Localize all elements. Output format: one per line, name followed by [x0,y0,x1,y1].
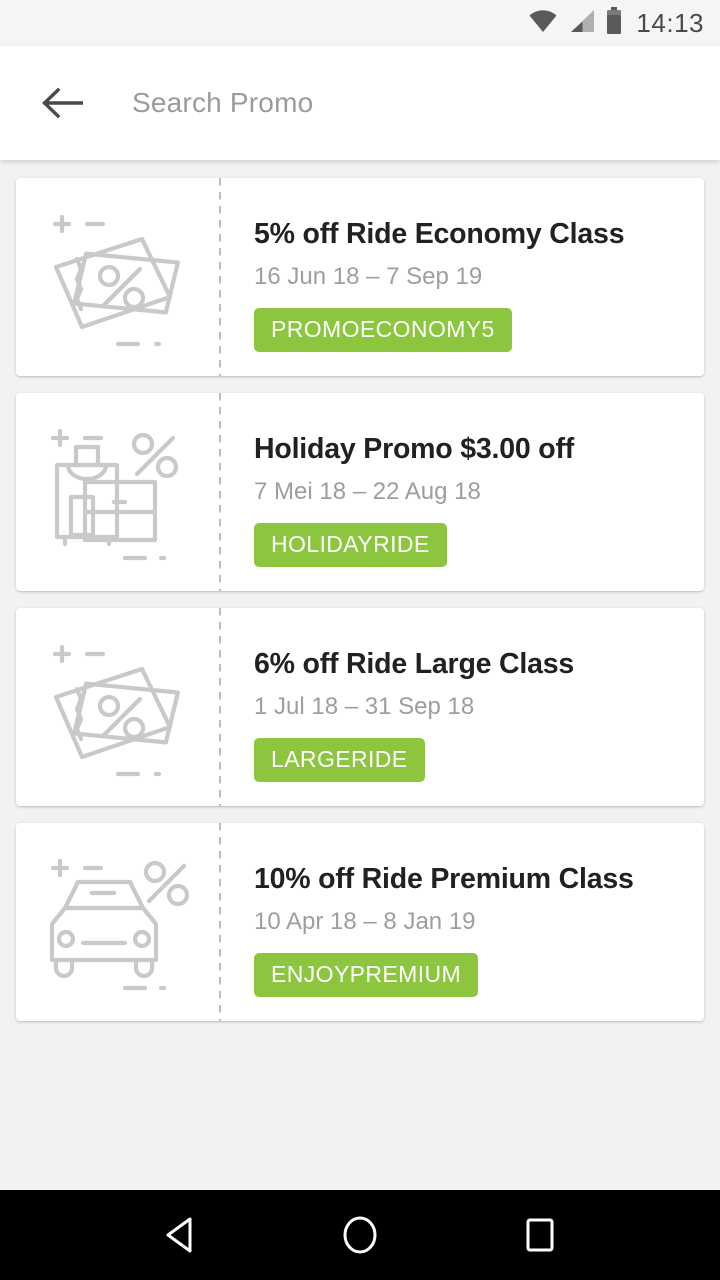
promo-validity-dates: 16 Jun 18 – 7 Sep 19 [254,262,483,290]
promo-card[interactable]: 10% off Ride Premium Class 10 Apr 18 – 8… [16,823,704,1021]
card-perforation-divider [219,823,221,1021]
status-bar: 14:13 [0,0,720,46]
promo-card[interactable]: Holiday Promo $3.00 off 7 Mei 18 – 22 Au… [16,393,704,591]
card-perforation-divider [219,178,221,376]
promo-details: 6% off Ride Large Class 1 Jul 18 – 31 Se… [219,608,704,806]
battery-icon [606,7,622,39]
promo-details: 5% off Ride Economy Class 16 Jun 18 – 7 … [219,178,704,376]
promo-code-chip[interactable]: LARGERIDE [254,737,425,782]
promo-title: 6% off Ride Large Class [254,648,575,680]
coupon-tickets-percent-icon [16,178,219,376]
status-bar-clock: 14:13 [636,7,704,38]
promo-validity-dates: 7 Mei 18 – 22 Aug 18 [254,477,481,505]
wifi-icon [528,8,558,39]
phone-screen: 14:13 Search Promo 5% off Ride Economy C… [0,0,720,1280]
home-circle-icon[interactable] [325,1200,395,1270]
promo-code-chip[interactable]: HOLIDAYRIDE [254,522,447,567]
android-navigation-bar [0,1190,720,1280]
coupon-tickets-percent-icon [16,608,219,806]
promo-validity-dates: 10 Apr 18 – 8 Jan 19 [254,907,476,935]
promo-title: Holiday Promo $3.00 off [254,433,575,465]
promo-code-chip[interactable]: ENJOYPREMIUM [254,952,479,997]
search-input[interactable]: Search Promo [132,87,313,119]
promo-details: Holiday Promo $3.00 off 7 Mei 18 – 22 Au… [219,393,704,591]
promo-code-chip[interactable]: PROMOECONOMY5 [254,307,512,352]
card-perforation-divider [219,393,221,591]
cellular-signal-icon [568,8,596,39]
luggage-suitcase-percent-icon [16,393,219,591]
back-triangle-icon[interactable] [145,1200,215,1270]
card-perforation-divider [219,608,221,806]
promo-list: 5% off Ride Economy Class 16 Jun 18 – 7 … [0,160,720,1190]
promo-details: 10% off Ride Premium Class 10 Apr 18 – 8… [219,823,704,1021]
search-toolbar: Search Promo [0,46,720,160]
promo-validity-dates: 1 Jul 18 – 31 Sep 18 [254,692,475,720]
promo-title: 5% off Ride Economy Class [254,218,625,250]
promo-card[interactable]: 5% off Ride Economy Class 16 Jun 18 – 7 … [16,178,704,376]
back-arrow-icon[interactable] [36,77,88,129]
car-front-percent-icon [16,823,219,1021]
recents-square-icon[interactable] [505,1200,575,1270]
promo-card[interactable]: 6% off Ride Large Class 1 Jul 18 – 31 Se… [16,608,704,806]
promo-title: 10% off Ride Premium Class [254,863,634,895]
